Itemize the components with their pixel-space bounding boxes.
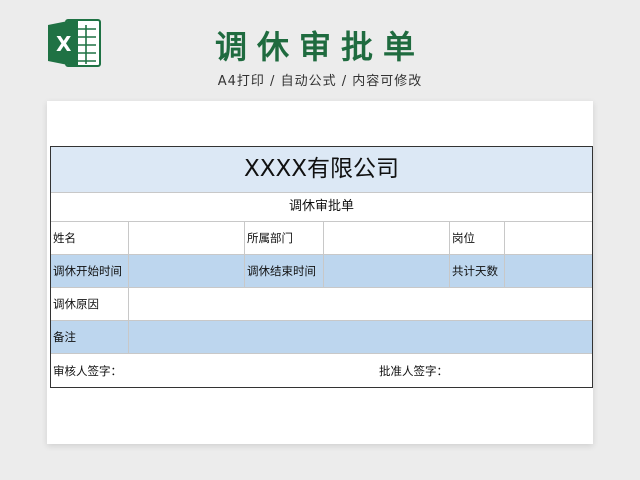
end-label: 调休结束时间 [245, 255, 324, 287]
company-name: XXXX有限公司 [51, 147, 592, 193]
remark-label: 备注 [51, 321, 129, 353]
position-label: 岗位 [450, 222, 505, 254]
approver-signature[interactable]: 批准人签字： [379, 354, 592, 387]
reviewer-signature[interactable]: 审核人签字： [51, 354, 379, 387]
dept-field[interactable] [324, 222, 450, 254]
form-row-remark: 备注 [51, 321, 592, 354]
form-row-reason: 调休原因 [51, 288, 592, 321]
days-label: 共计天数 [450, 255, 505, 287]
start-field[interactable] [129, 255, 245, 287]
days-field[interactable] [505, 255, 592, 287]
name-field[interactable] [129, 222, 245, 254]
end-field[interactable] [324, 255, 450, 287]
form-row-signatures: 审核人签字： 批准人签字： [51, 354, 592, 387]
form-title: 调休审批单 [51, 193, 592, 222]
approval-form: XXXX有限公司 调休审批单 姓名 所属部门 岗位 调休开始时间 调休结束时间 … [50, 146, 593, 388]
remark-field[interactable] [129, 321, 592, 353]
reason-label: 调休原因 [51, 288, 129, 320]
name-label: 姓名 [51, 222, 129, 254]
position-field[interactable] [505, 222, 592, 254]
form-row-name: 姓名 所属部门 岗位 [51, 222, 592, 255]
form-row-time: 调休开始时间 调休结束时间 共计天数 [51, 255, 592, 288]
page-title: 调休审批单 [214, 28, 425, 66]
dept-label: 所属部门 [245, 222, 324, 254]
reason-field[interactable] [129, 288, 592, 320]
page-subtitle: A4打印 / 自动公式 / 内容可修改 [217, 74, 423, 89]
start-label: 调休开始时间 [51, 255, 129, 287]
